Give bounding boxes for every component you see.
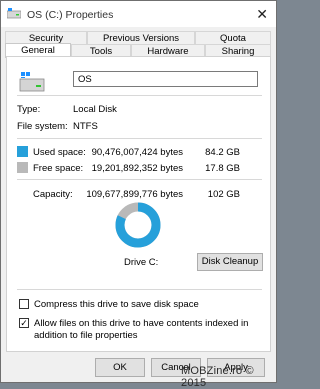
drive-name-input[interactable] [73, 71, 258, 87]
disk-cleanup-button[interactable]: Disk Cleanup [197, 253, 263, 271]
compress-checkbox[interactable] [19, 299, 29, 309]
title-bar: OS (C:) Properties ✕ [1, 1, 276, 27]
ok-button[interactable]: OK [95, 358, 145, 377]
tab-strip: Security Previous Versions Quota General… [1, 29, 276, 58]
type-label: Type: [17, 104, 41, 115]
general-panel: Type: Local Disk File system: NTFS Used … [6, 56, 271, 352]
drive-icon [19, 72, 45, 92]
drive-caption: Drive C: [124, 257, 159, 268]
divider [17, 95, 262, 96]
divider [17, 138, 262, 139]
free-space-size: 17.8 GB [205, 163, 240, 174]
capacity-label: Capacity: [33, 189, 73, 200]
drive-icon [7, 8, 21, 19]
used-space-swatch [17, 146, 28, 157]
divider [17, 179, 262, 180]
used-space-label: Used space: [33, 147, 86, 158]
window-title: OS (C:) Properties [27, 9, 114, 21]
properties-dialog: OS (C:) Properties ✕ Security Previous V… [0, 0, 277, 389]
filesystem-value: NTFS [73, 121, 98, 132]
watermark: MOBZine.ro © 2015 [181, 365, 254, 389]
index-checkbox[interactable]: ✓ [19, 318, 29, 328]
close-icon[interactable]: ✕ [256, 6, 268, 23]
capacity-size: 102 GB [207, 189, 240, 200]
free-space-swatch [17, 162, 28, 173]
compress-label: Compress this drive to save disk space [34, 299, 199, 310]
divider [17, 289, 262, 290]
tab-previous-versions[interactable]: Previous Versions [87, 31, 195, 44]
index-label: Allow files on this drive to have conten… [34, 318, 249, 341]
tab-quota[interactable]: Quota [195, 31, 271, 44]
filesystem-label: File system: [17, 121, 68, 132]
usage-donut-chart [115, 202, 161, 248]
used-space-size: 84.2 GB [205, 147, 240, 158]
capacity-bytes: 109,677,899,776 bytes [86, 189, 183, 200]
free-space-label: Free space: [33, 163, 84, 174]
free-space-bytes: 19,201,892,352 bytes [91, 163, 183, 174]
used-space-bytes: 90,476,007,424 bytes [91, 147, 183, 158]
type-value: Local Disk [73, 104, 117, 115]
